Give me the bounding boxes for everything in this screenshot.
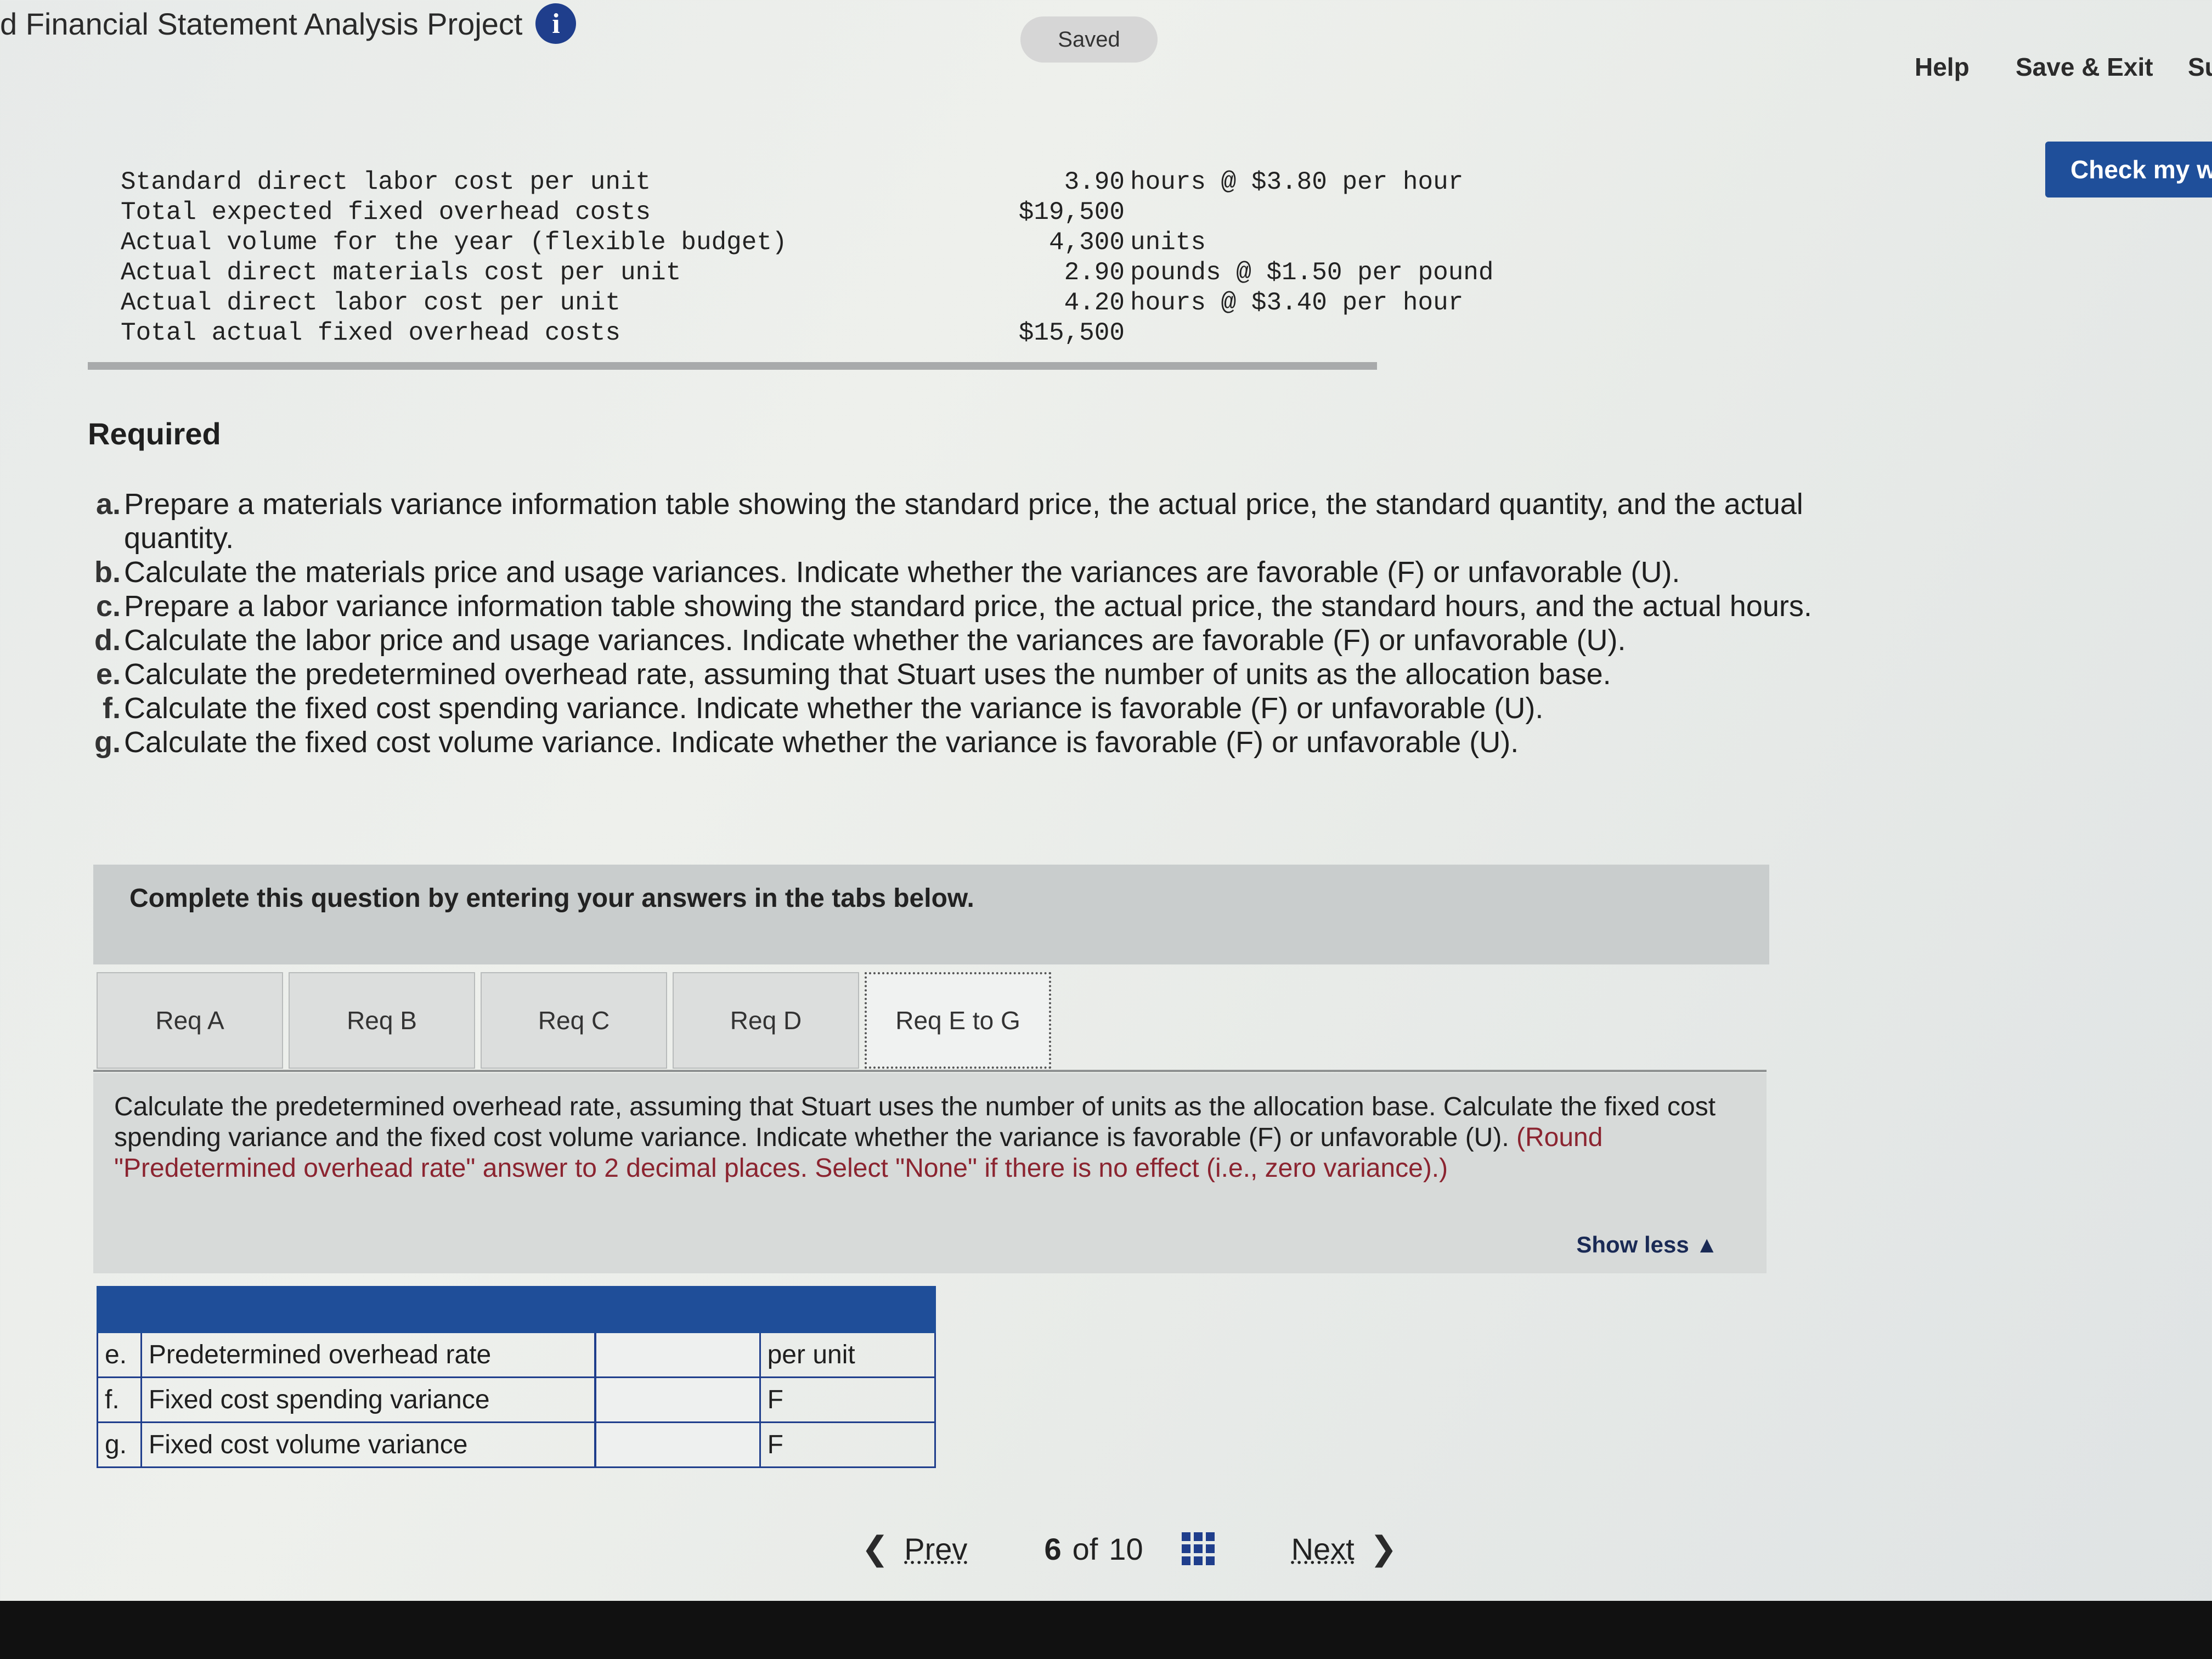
- answer-unit: per unit: [761, 1333, 936, 1376]
- answer-table: e. Predetermined overhead rate per unit …: [97, 1286, 936, 1468]
- tab-req-e-to-g[interactable]: Req E to G: [865, 972, 1051, 1069]
- data-amount: 2.90: [1064, 258, 1125, 287]
- requirement-text: Calculate the fixed cost spending varian…: [124, 692, 1544, 725]
- tab-req-b[interactable]: Req B: [289, 972, 475, 1069]
- app-title: d Financial Statement Analysis Project i: [0, 3, 577, 44]
- data-label: Standard direct labor cost per unit: [121, 168, 651, 196]
- requirement-tabs: Req A Req B Req C Req D Req E to G: [97, 972, 1057, 1069]
- grid-icon[interactable]: [1181, 1532, 1215, 1565]
- data-amount: 4.20: [1064, 289, 1125, 317]
- chevron-right-icon[interactable]: ❯: [1370, 1530, 1397, 1568]
- volume-variance-input[interactable]: [596, 1423, 761, 1466]
- data-unit: hours @ $3.40 per hour: [1130, 289, 1464, 317]
- screen-bezel: [0, 1601, 2212, 1659]
- answer-row: f. Fixed cost spending variance F: [97, 1378, 936, 1423]
- prev-link[interactable]: Prev: [904, 1531, 967, 1567]
- check-my-work-button[interactable]: Check my w: [2045, 142, 2212, 198]
- help-link[interactable]: Help: [1915, 52, 1970, 82]
- next-link[interactable]: Next: [1291, 1531, 1355, 1567]
- requirement-text: Prepare a labor variance information tab…: [124, 590, 1812, 623]
- question-instruction-box: Complete this question by entering your …: [93, 865, 1769, 964]
- tab-req-d[interactable]: Req D: [673, 972, 859, 1069]
- requirement-item: c. Prepare a labor variance information t…: [88, 589, 1898, 623]
- page-of: of: [1072, 1531, 1098, 1566]
- requirement-item: b. Calculate the materials price and usag…: [88, 555, 1898, 589]
- chevron-left-icon[interactable]: ❮: [861, 1530, 889, 1568]
- panel-instruction-text: Calculate the predetermined overhead rat…: [114, 1092, 1716, 1152]
- requirement-item: g. Calculate the fixed cost volume varian…: [88, 725, 1898, 759]
- spending-variance-input[interactable]: [596, 1378, 761, 1421]
- spending-variance-select[interactable]: F: [761, 1378, 936, 1421]
- requirement-text: Calculate the predetermined overhead rat…: [124, 658, 1611, 691]
- show-less-toggle[interactable]: Show less ▲: [1576, 1232, 1718, 1258]
- requirement-item: a. Prepare a materials variance informati…: [88, 487, 1898, 555]
- data-unit: units: [1130, 228, 1206, 257]
- data-unit: pounds @ $1.50 per pound: [1130, 258, 1494, 287]
- data-label: Total actual fixed overhead costs: [121, 319, 620, 347]
- tab-panel: Calculate the predetermined overhead rat…: [93, 1073, 1767, 1273]
- requirement-text: Prepare a materials variance information…: [124, 488, 1803, 555]
- requirement-letter: c.: [95, 590, 121, 623]
- panel-instructions: Calculate the predetermined overhead rat…: [114, 1092, 1749, 1184]
- data-amount: 3.90: [1064, 168, 1125, 196]
- data-amount: $15,500: [1018, 319, 1125, 347]
- requirement-letter: f.: [103, 692, 121, 725]
- data-label: Total expected fixed overhead costs: [121, 198, 651, 227]
- requirement-text: Calculate the labor price and usage vari…: [124, 624, 1626, 657]
- requirement-letter: a.: [95, 488, 121, 521]
- answer-row: e. Predetermined overhead rate per unit: [97, 1333, 936, 1378]
- info-icon[interactable]: i: [535, 3, 577, 44]
- requirement-letter: b.: [94, 556, 121, 589]
- data-label: Actual direct materials cost per unit: [121, 258, 681, 287]
- answer-letter: f.: [98, 1378, 142, 1421]
- current-page: 6: [1044, 1531, 1062, 1566]
- requirement-item: d. Calculate the labor price and usage va…: [88, 623, 1898, 657]
- pagination: ❮ Prev 6 of 10 Next ❯: [861, 1519, 1397, 1579]
- requirement-letter: d.: [94, 624, 121, 657]
- required-list: a. Prepare a materials variance informati…: [88, 487, 1898, 759]
- top-bar: d Financial Statement Analysis Project i…: [0, 0, 2212, 82]
- data-label: Actual volume for the year (flexible bud…: [121, 228, 787, 257]
- answer-row: g. Fixed cost volume variance F: [97, 1423, 936, 1468]
- overhead-rate-input[interactable]: [596, 1333, 761, 1376]
- answer-table-header: [97, 1286, 936, 1333]
- answer-letter: e.: [98, 1333, 142, 1376]
- requirement-text: Calculate the fixed cost volume variance…: [124, 726, 1519, 759]
- submit-link[interactable]: Su: [2188, 52, 2212, 82]
- saved-status-badge: Saved: [1020, 16, 1158, 63]
- tab-req-a[interactable]: Req A: [97, 972, 283, 1069]
- data-unit: hours @ $3.80 per hour: [1130, 168, 1464, 196]
- requirement-text: Calculate the materials price and usage …: [124, 556, 1680, 589]
- total-pages: 10: [1109, 1531, 1143, 1566]
- requirement-item: f. Calculate the fixed cost spending vari…: [88, 691, 1898, 725]
- requirement-letter: e.: [95, 658, 121, 691]
- app-title-text: d Financial Statement Analysis Project: [0, 6, 523, 41]
- answer-label: Fixed cost volume variance: [142, 1423, 597, 1466]
- answer-label: Predetermined overhead rate: [142, 1333, 597, 1376]
- save-exit-link[interactable]: Save & Exit: [2016, 52, 2153, 82]
- answer-letter: g.: [98, 1423, 142, 1466]
- data-amount: 4,300: [1048, 228, 1125, 257]
- data-label: Actual direct labor cost per unit: [121, 289, 620, 317]
- data-amount: $19,500: [1018, 198, 1125, 227]
- requirement-item: e. Calculate the predetermined overhead r…: [88, 657, 1898, 691]
- volume-variance-select[interactable]: F: [761, 1423, 936, 1466]
- tab-req-c[interactable]: Req C: [481, 972, 667, 1069]
- required-heading: Required: [88, 416, 221, 451]
- question-instruction: Complete this question by entering your …: [129, 884, 974, 913]
- requirement-letter: g.: [94, 726, 121, 759]
- table-divider: [88, 362, 1377, 370]
- tabs-divider: [93, 1070, 1767, 1072]
- answer-label: Fixed cost spending variance: [142, 1378, 597, 1421]
